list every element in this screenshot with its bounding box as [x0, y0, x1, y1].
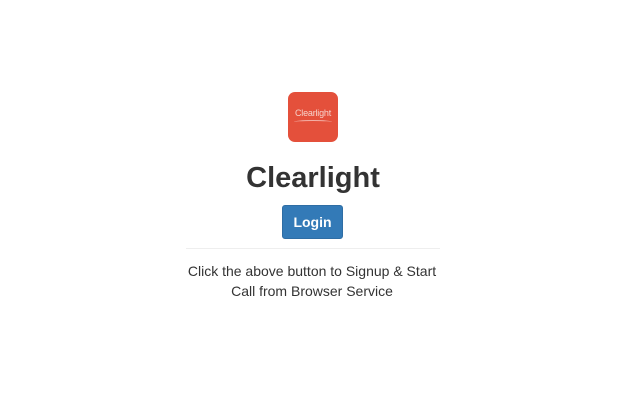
description-line-1: Click the above button to Signup & Start	[187, 263, 437, 279]
app-logo: Clearlight	[288, 92, 338, 142]
divider	[186, 248, 440, 249]
logo-swoosh-icon	[294, 120, 332, 124]
app-logo-text: Clearlight	[294, 108, 332, 118]
login-button[interactable]: Login	[282, 205, 343, 239]
description-text: Click the above button to Signup & Start…	[170, 261, 454, 301]
login-page: Clearlight Clearlight Login Click the ab…	[0, 0, 640, 400]
app-title: Clearlight	[246, 162, 380, 194]
description-line-2: Call from Browser Service	[231, 283, 393, 299]
